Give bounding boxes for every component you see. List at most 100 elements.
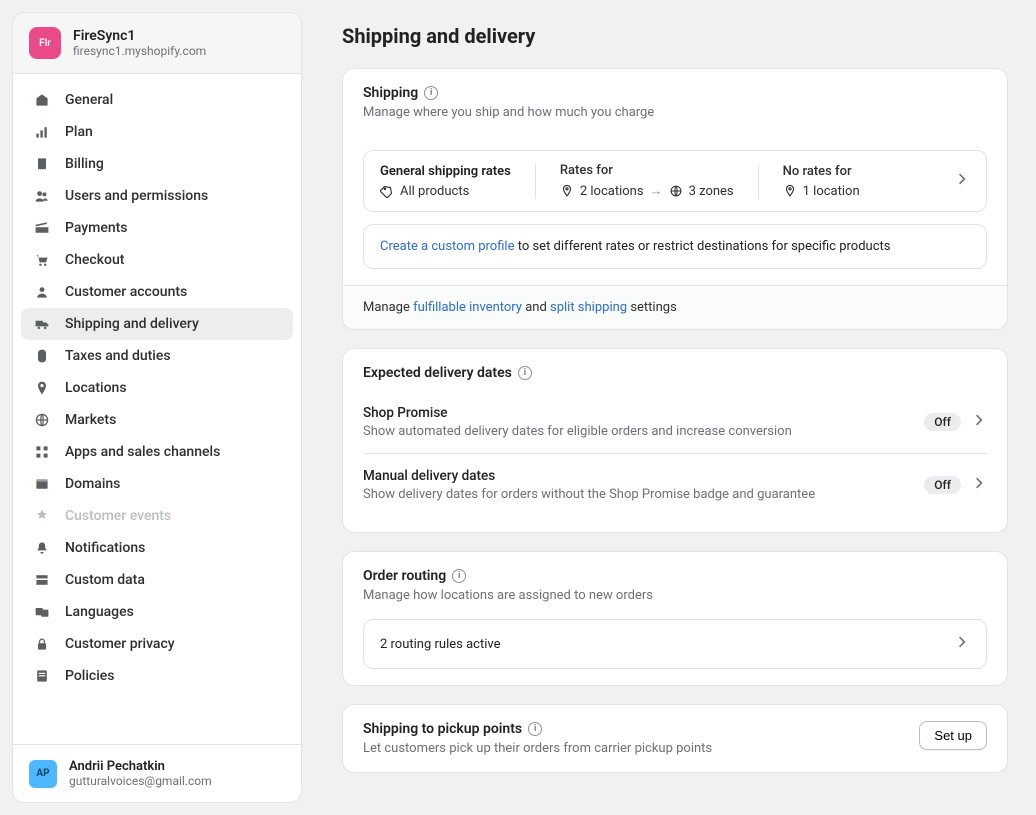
sidebar-item-customer-events: Customer events bbox=[21, 500, 293, 532]
customdata-icon bbox=[33, 571, 51, 589]
shop-promise-title: Shop Promise bbox=[363, 405, 924, 421]
expected-title: Expected delivery dates bbox=[363, 365, 512, 381]
sidebar-item-label: General bbox=[65, 92, 113, 108]
events-icon bbox=[33, 507, 51, 525]
user-footer[interactable]: AP Andrii Pechatkin gutturalvoices@gmail… bbox=[13, 744, 301, 802]
routing-rules-text: 2 routing rules active bbox=[380, 637, 500, 652]
sidebar-item-locations[interactable]: Locations bbox=[21, 372, 293, 404]
no-rates-locations: 1 location bbox=[803, 184, 860, 199]
sidebar-item-label: Notifications bbox=[65, 540, 145, 556]
chevron-right-icon bbox=[971, 412, 987, 432]
domains-icon bbox=[33, 475, 51, 493]
notifications-icon bbox=[33, 539, 51, 557]
manage-settings-row: Manage fulfillable inventory and split s… bbox=[343, 285, 1007, 329]
sidebar-item-shipping-and-delivery[interactable]: Shipping and delivery bbox=[21, 308, 293, 340]
manual-delivery-status-badge: Off bbox=[924, 476, 961, 494]
shipping-card: Shipping i Manage where you ship and how… bbox=[342, 68, 1008, 330]
sidebar-item-general[interactable]: General bbox=[21, 84, 293, 116]
pickup-subtitle: Let customers pick up their orders from … bbox=[363, 741, 712, 756]
languages-icon bbox=[33, 603, 51, 621]
info-icon[interactable]: i bbox=[518, 366, 532, 380]
store-header[interactable]: Flr FireSync1 firesync1.myshopify.com bbox=[13, 13, 301, 74]
sidebar-item-label: Custom data bbox=[65, 572, 145, 588]
all-products-text: All products bbox=[400, 184, 469, 199]
sidebar-item-label: Plan bbox=[65, 124, 93, 140]
sidebar-item-label: Payments bbox=[65, 220, 128, 236]
sidebar-item-customer-accounts[interactable]: Customer accounts bbox=[21, 276, 293, 308]
sidebar-item-customer-privacy[interactable]: Customer privacy bbox=[21, 628, 293, 660]
user-email: gutturalvoices@gmail.com bbox=[69, 774, 212, 788]
sidebar-item-label: Users and permissions bbox=[65, 188, 208, 204]
globe-icon bbox=[669, 184, 683, 198]
sidebar-item-label: Markets bbox=[65, 412, 116, 428]
sidebar-item-label: Checkout bbox=[65, 252, 124, 268]
info-icon[interactable]: i bbox=[452, 569, 466, 583]
fulfillable-inventory-link[interactable]: fulfillable inventory bbox=[413, 300, 522, 315]
custom-profile-row: Create a custom profile to set different… bbox=[363, 224, 987, 269]
shop-promise-sub: Show automated delivery dates for eligib… bbox=[363, 424, 924, 439]
user-name: Andrii Pechatkin bbox=[69, 759, 212, 774]
sidebar-item-custom-data[interactable]: Custom data bbox=[21, 564, 293, 596]
page-title: Shipping and delivery bbox=[342, 24, 1008, 48]
shipping-icon bbox=[33, 315, 51, 333]
expected-delivery-card: Expected delivery dates i Shop Promise S… bbox=[342, 348, 1008, 533]
user-avatar: AP bbox=[29, 760, 57, 788]
routing-title: Order routing bbox=[363, 568, 446, 584]
settings-nav: General Plan Billing Users and permissions P… bbox=[13, 74, 301, 744]
info-icon[interactable]: i bbox=[424, 86, 438, 100]
split-shipping-link[interactable]: split shipping bbox=[550, 300, 627, 315]
users-icon bbox=[33, 187, 51, 205]
location-pin-icon bbox=[783, 184, 797, 198]
sidebar-item-notifications[interactable]: Notifications bbox=[21, 532, 293, 564]
general-rates-label: General shipping rates bbox=[380, 164, 511, 179]
pickup-title: Shipping to pickup points bbox=[363, 721, 522, 737]
setup-button[interactable]: Set up bbox=[919, 721, 987, 750]
info-icon[interactable]: i bbox=[528, 722, 542, 736]
sidebar-item-label: Languages bbox=[65, 604, 134, 620]
sidebar-item-taxes-and-duties[interactable]: Taxes and duties bbox=[21, 340, 293, 372]
shop-promise-status-badge: Off bbox=[924, 413, 961, 431]
sidebar-item-label: Policies bbox=[65, 668, 115, 684]
sidebar-item-label: Apps and sales channels bbox=[65, 444, 220, 460]
policies-icon bbox=[33, 667, 51, 685]
sidebar-item-markets[interactable]: Markets bbox=[21, 404, 293, 436]
home-icon bbox=[33, 91, 51, 109]
billing-icon bbox=[33, 155, 51, 173]
main-content: Shipping and delivery Shipping i Manage … bbox=[314, 0, 1036, 815]
create-custom-profile-link[interactable]: Create a custom profile bbox=[380, 239, 514, 254]
locations-icon bbox=[33, 379, 51, 397]
shop-promise-row[interactable]: Shop Promise Show automated delivery dat… bbox=[363, 391, 987, 453]
sidebar-item-label: Customer accounts bbox=[65, 284, 187, 300]
sidebar-item-label: Shipping and delivery bbox=[65, 316, 199, 332]
checkout-icon bbox=[33, 251, 51, 269]
payments-icon bbox=[33, 219, 51, 237]
chevron-right-icon bbox=[971, 475, 987, 495]
sidebar-item-checkout[interactable]: Checkout bbox=[21, 244, 293, 276]
order-routing-card: Order routing i Manage how locations are… bbox=[342, 551, 1008, 686]
sidebar-item-domains[interactable]: Domains bbox=[21, 468, 293, 500]
custom-profile-text: to set different rates or restrict desti… bbox=[514, 239, 890, 254]
sidebar-item-label: Taxes and duties bbox=[65, 348, 171, 364]
arrow-right-icon: → bbox=[650, 183, 663, 199]
sidebar-item-payments[interactable]: Payments bbox=[21, 212, 293, 244]
sidebar-item-languages[interactable]: Languages bbox=[21, 596, 293, 628]
tag-icon bbox=[380, 184, 394, 198]
routing-rules-row[interactable]: 2 routing rules active bbox=[363, 619, 987, 669]
locations-count: 2 locations bbox=[580, 184, 644, 199]
sidebar-item-apps-and-sales-channels[interactable]: Apps and sales channels bbox=[21, 436, 293, 468]
sidebar-item-billing[interactable]: Billing bbox=[21, 148, 293, 180]
general-shipping-rates-row[interactable]: General shipping rates All products Rate… bbox=[363, 150, 987, 212]
manual-delivery-row[interactable]: Manual delivery dates Show delivery date… bbox=[363, 453, 987, 516]
customer-icon bbox=[33, 283, 51, 301]
zones-count: 3 zones bbox=[689, 184, 734, 199]
manual-delivery-title: Manual delivery dates bbox=[363, 468, 924, 484]
sidebar-item-label: Customer events bbox=[65, 508, 171, 524]
apps-icon bbox=[33, 443, 51, 461]
sidebar-item-policies[interactable]: Policies bbox=[21, 660, 293, 692]
routing-subtitle: Manage how locations are assigned to new… bbox=[363, 588, 987, 603]
chevron-right-icon bbox=[954, 171, 970, 191]
sidebar-item-plan[interactable]: Plan bbox=[21, 116, 293, 148]
store-domain: firesync1.myshopify.com bbox=[73, 44, 206, 58]
rates-for-label: Rates for bbox=[560, 163, 734, 178]
sidebar-item-users-and-permissions[interactable]: Users and permissions bbox=[21, 180, 293, 212]
